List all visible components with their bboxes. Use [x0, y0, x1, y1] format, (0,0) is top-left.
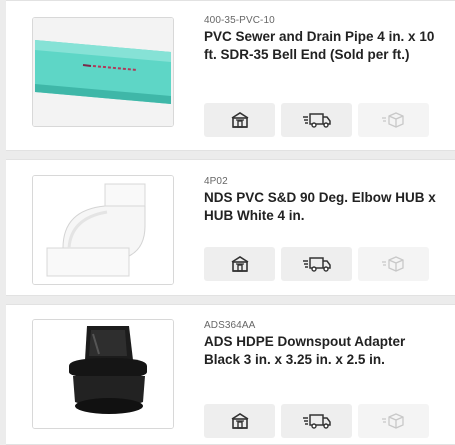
product-title[interactable]: ADS HDPE Downspout Adapter Black 3 in. x…: [204, 333, 441, 369]
box-icon: [381, 256, 404, 272]
product-sku: 400-35-PVC-10: [204, 15, 275, 26]
green-pipe-image: [33, 18, 173, 126]
black-downspout-adapter-image: [33, 320, 173, 428]
delivery-truck-icon: [302, 414, 331, 429]
delivery-truck-icon: [302, 257, 331, 272]
pickup-in-store-button[interactable]: [204, 404, 275, 438]
product-title[interactable]: PVC Sewer and Drain Pipe 4 in. x 10 ft. …: [204, 28, 441, 64]
product-info: 4P02 NDS PVC S&D 90 Deg. Elbow HUB x HUB…: [204, 176, 441, 225]
product-sku: 4P02: [204, 176, 228, 187]
product-image[interactable]: [32, 175, 174, 285]
box-icon: [381, 112, 404, 128]
fulfillment-actions: [204, 103, 429, 137]
product-card[interactable]: 400-35-PVC-10 PVC Sewer and Drain Pipe 4…: [6, 0, 455, 151]
store-icon: [231, 256, 248, 272]
express-delivery-button[interactable]: [358, 103, 429, 137]
product-card[interactable]: 4P02 NDS PVC S&D 90 Deg. Elbow HUB x HUB…: [6, 159, 455, 296]
product-image[interactable]: [32, 319, 174, 429]
express-delivery-button[interactable]: [358, 247, 429, 281]
ship-to-home-button[interactable]: [281, 247, 352, 281]
pickup-in-store-button[interactable]: [204, 247, 275, 281]
product-title[interactable]: NDS PVC S&D 90 Deg. Elbow HUB x HUB Whit…: [204, 189, 441, 225]
fulfillment-actions: [204, 404, 429, 438]
product-card[interactable]: ADS364AA ADS HDPE Downspout Adapter Blac…: [6, 304, 455, 445]
ship-to-home-button[interactable]: [281, 404, 352, 438]
product-info: ADS364AA ADS HDPE Downspout Adapter Blac…: [204, 320, 441, 369]
store-icon: [231, 413, 248, 429]
product-image[interactable]: [32, 17, 174, 127]
box-icon: [381, 413, 404, 429]
product-info: 400-35-PVC-10 PVC Sewer and Drain Pipe 4…: [204, 15, 441, 64]
product-list: 400-35-PVC-10 PVC Sewer and Drain Pipe 4…: [0, 0, 455, 445]
delivery-truck-icon: [302, 113, 331, 128]
white-elbow-fitting-image: [33, 176, 173, 284]
product-sku: ADS364AA: [204, 320, 256, 331]
ship-to-home-button[interactable]: [281, 103, 352, 137]
fulfillment-actions: [204, 247, 429, 281]
express-delivery-button[interactable]: [358, 404, 429, 438]
pickup-in-store-button[interactable]: [204, 103, 275, 137]
store-icon: [231, 112, 248, 128]
